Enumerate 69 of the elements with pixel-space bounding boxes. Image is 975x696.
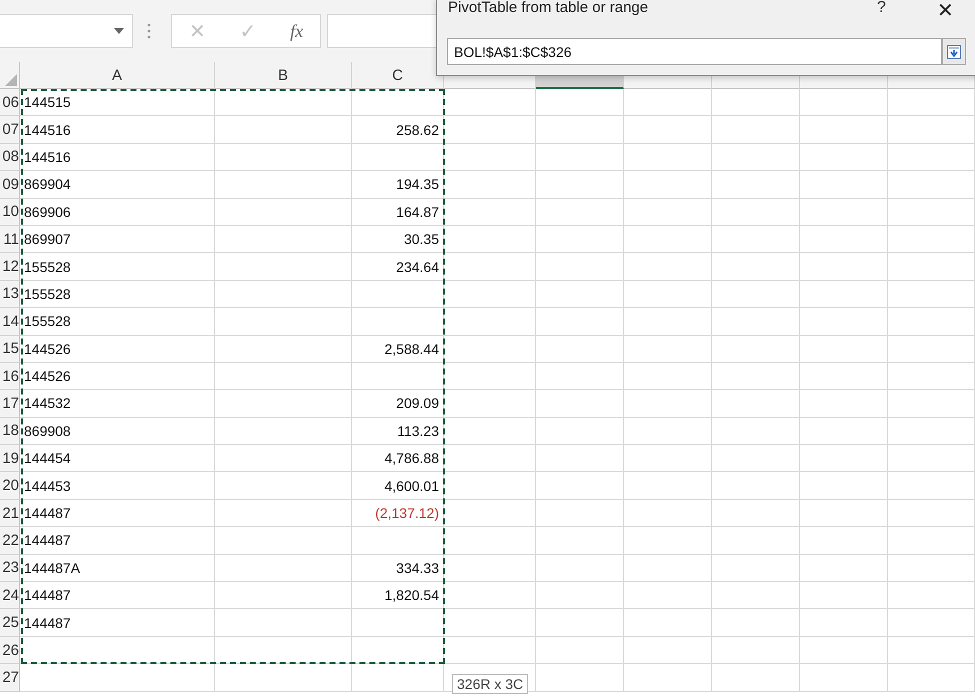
table-cell: 4,786.88 [352,445,444,472]
row-number[interactable]: 14 [0,308,20,336]
row-number[interactable]: 17 [0,390,20,418]
table-cell: 144516 [20,144,215,172]
row-number[interactable]: 18 [0,418,20,446]
caret-icon[interactable] [114,28,124,34]
table-cell: 144532 [20,390,215,418]
table-cell: 334.33 [352,554,444,582]
row-number[interactable]: 23 [0,554,20,582]
table-cell: 869907 [20,226,215,254]
table-cell: 144487A [20,554,215,582]
table-cell: 144487 [20,582,215,610]
table-cell: 144453 [20,472,215,500]
row-number[interactable]: 27 [0,664,20,692]
table-cell: 1,820.54 [352,582,444,610]
row-number[interactable]: 12 [0,253,20,281]
row-number[interactable]: 08 [0,144,20,172]
dialog-title: PivotTable from table or range [448,0,648,16]
row-number[interactable]: 16 [0,362,20,390]
row-number[interactable]: 06 [0,89,20,116]
table-cell: 155528 [20,308,215,336]
table-cell: 144487 [20,500,215,528]
triangle-icon [5,74,17,86]
row-number[interactable]: 07 [0,116,20,144]
collapse-icon [947,44,961,58]
table-cell: 869906 [20,198,215,226]
grip-icon [147,23,151,39]
column-header[interactable]: B [215,62,352,89]
row-number[interactable]: 25 [0,609,20,637]
table-cell: 209.09 [352,390,444,418]
table-cell: 2,588.44 [352,336,444,363]
table-cell: 164.87 [352,198,444,226]
table-cell: 144487 [20,527,215,555]
column-header[interactable]: C [352,62,444,89]
column-header[interactable]: A [20,62,215,89]
row-number[interactable]: 22 [0,527,20,555]
table-cell: 144516 [20,116,215,144]
table-cell: 144515 [20,89,215,116]
row-number[interactable]: 15 [0,336,20,363]
table-cell: 869904 [20,171,215,199]
insert-function-button[interactable]: fx [286,20,308,42]
row-number[interactable]: 20 [0,472,20,500]
table-cell: 234.64 [352,253,444,281]
table-cell: 155528 [20,253,215,281]
table-cell: 144526 [20,336,215,363]
close-button[interactable]: ✕ [933,0,958,23]
selection-size-tooltip: 326R x 3C [452,674,528,694]
table-cell: 194.35 [352,171,444,199]
table-cell: 144454 [20,445,215,472]
table-cell: 258.62 [352,116,444,144]
row-number[interactable]: 09 [0,171,20,199]
row-number[interactable]: 19 [0,445,20,472]
table-cell: (2,137.12) [352,500,444,528]
table-cell: 113.23 [352,418,444,446]
collapse-dialog-button[interactable] [942,38,966,65]
table-cell: 155528 [20,280,215,308]
table-cell: 30.35 [352,226,444,254]
row-number[interactable]: 24 [0,582,20,610]
row-number[interactable]: 13 [0,280,20,308]
help-button[interactable]: ? [877,0,886,17]
range-field[interactable]: BOL!$A$1:$C$326 [447,38,942,65]
row-number[interactable]: 10 [0,198,20,226]
table-cell: 144526 [20,362,215,390]
table-cell: 4,600.01 [352,472,444,500]
row-number[interactable]: 11 [0,226,20,254]
row-number[interactable]: 21 [0,500,20,528]
table-cell: 869908 [20,418,215,446]
row-number[interactable]: 26 [0,636,20,664]
table-cell: 144487 [20,609,215,637]
